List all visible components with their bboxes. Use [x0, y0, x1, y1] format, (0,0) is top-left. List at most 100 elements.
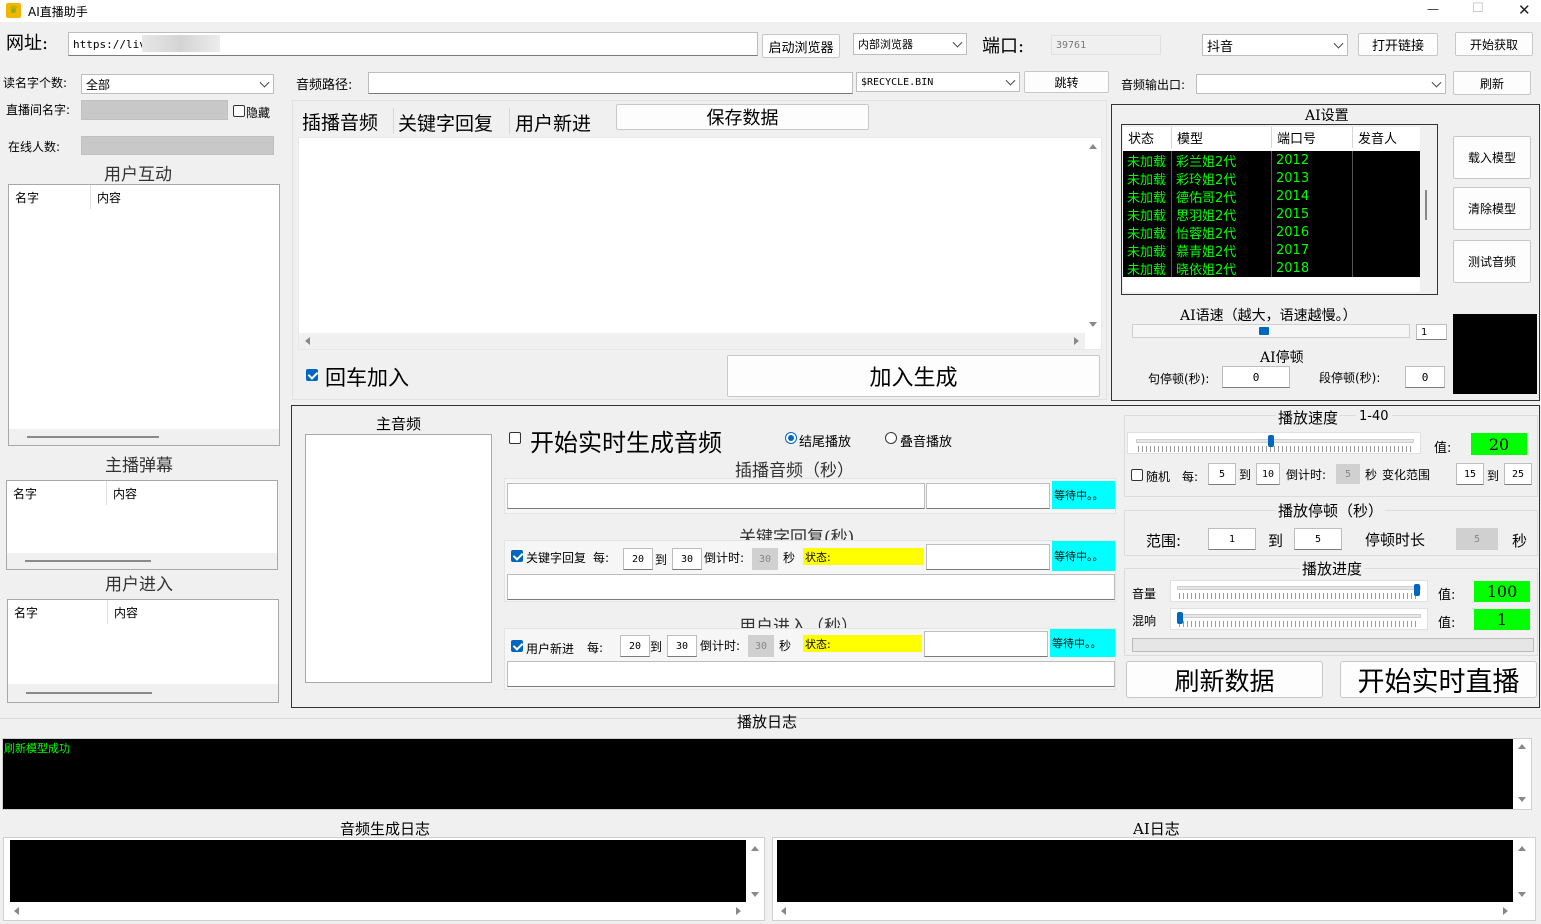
jump-button[interactable]: 跳转	[1024, 71, 1109, 93]
scroll-up-icon[interactable]	[1089, 144, 1097, 149]
play-log-area[interactable]	[3, 739, 1513, 809]
enter-to-input[interactable]: 30	[667, 635, 697, 657]
start-live-button[interactable]: 开始实时直播	[1340, 661, 1537, 698]
audio-dir-select[interactable]: $RECYCLE.BIN	[856, 72, 1020, 92]
mode-end-radio[interactable]	[785, 432, 797, 444]
scroll-down-icon[interactable]	[751, 892, 759, 897]
user-enter-list[interactable]: 名字 内容	[7, 599, 279, 703]
model-row[interactable]: 未加载 晓依姐2代 2018	[1123, 259, 1420, 278]
minimize-icon[interactable]: —	[1427, 2, 1439, 16]
scroll-up-icon[interactable]	[1518, 846, 1526, 851]
load-model-button[interactable]: 载入模型	[1453, 136, 1531, 179]
enter-content-input[interactable]	[507, 661, 1115, 687]
pause-from-input[interactable]: 1	[1208, 528, 1256, 550]
horizontal-scrollbar[interactable]	[299, 333, 1085, 349]
interaction-list[interactable]: 名字 内容	[8, 184, 280, 446]
model-name: 德佑哥2代	[1172, 187, 1272, 206]
clear-model-button[interactable]: 清除模型	[1453, 187, 1531, 230]
tab-text-area[interactable]	[298, 137, 1102, 350]
audio-output-select[interactable]	[1196, 74, 1446, 94]
tab-new-user[interactable]: 用户新进	[515, 109, 591, 136]
model-row[interactable]: 未加载 慕青姐2代 2017	[1123, 241, 1420, 260]
scroll-down-icon[interactable]	[1518, 892, 1526, 897]
enter-add-checkbox[interactable]	[306, 369, 318, 381]
keyword-reply-checkbox[interactable]	[511, 550, 523, 562]
horizontal-scrollbar[interactable]	[7, 553, 277, 569]
keyword-to-input[interactable]: 30	[672, 548, 702, 570]
mode-overlay-radio[interactable]	[885, 432, 897, 444]
horizontal-scrollbar[interactable]	[9, 429, 279, 445]
model-row[interactable]: 未加载 怡蓉姐2代 2016	[1123, 223, 1420, 242]
vertical-scrollbar[interactable]	[1085, 138, 1101, 334]
change-from-input[interactable]: 15	[1456, 463, 1484, 485]
ai-speed-thumb[interactable]	[1259, 327, 1269, 335]
platform-select[interactable]: 抖音	[1202, 34, 1348, 56]
audio-path-input[interactable]	[368, 72, 853, 94]
scroll-down-icon[interactable]	[1518, 797, 1526, 802]
scrollbar-thumb[interactable]	[26, 692, 152, 694]
reverb-slider[interactable]	[1170, 608, 1428, 630]
tab-insert-audio[interactable]: 插播音频	[302, 108, 378, 135]
port-input[interactable]: 39761	[1051, 35, 1161, 55]
add-generate-button[interactable]: 加入生成	[727, 355, 1100, 397]
main-audio-list[interactable]	[305, 434, 492, 683]
keyword-from-input[interactable]: 20	[623, 548, 653, 570]
reverb-thumb[interactable]	[1177, 612, 1183, 624]
browser-select[interactable]: 内部浏览器	[853, 33, 967, 55]
test-audio-button[interactable]: 测试音频	[1453, 240, 1531, 283]
playback-speed-slider[interactable]	[1127, 432, 1421, 454]
scroll-right-icon[interactable]	[736, 907, 741, 915]
model-row[interactable]: 未加载 德佑哥2代 2014	[1123, 187, 1420, 206]
scroll-left-icon[interactable]	[14, 907, 19, 915]
keyword-input[interactable]	[926, 544, 1050, 570]
scroll-up-icon[interactable]	[1518, 744, 1526, 749]
audio-log-area[interactable]	[10, 840, 746, 902]
scroll-down-icon[interactable]	[1089, 322, 1097, 327]
launch-browser-button[interactable]: 启动浏览器	[762, 34, 840, 58]
new-user-checkbox[interactable]	[511, 640, 523, 652]
open-link-button[interactable]: 打开链接	[1358, 33, 1438, 56]
read-name-select[interactable]: 全部	[81, 74, 274, 94]
refresh-data-button[interactable]: 刷新数据	[1126, 661, 1323, 698]
change-to-input[interactable]: 25	[1504, 463, 1532, 485]
start-fetch-button[interactable]: 开始获取	[1455, 32, 1533, 56]
model-row[interactable]: 未加载 彩玲姐2代 2013	[1123, 169, 1420, 188]
pause-to-input[interactable]: 5	[1294, 528, 1342, 550]
model-row[interactable]: 未加载 思羽姐2代 2015	[1123, 205, 1420, 224]
scroll-left-icon[interactable]	[305, 337, 310, 345]
save-data-button[interactable]: 保存数据	[616, 104, 869, 130]
enter-from-input[interactable]: 20	[620, 635, 650, 657]
ai-log-area[interactable]	[777, 840, 1513, 902]
start-realtime-checkbox[interactable]	[509, 432, 521, 444]
insert-audio-input-2[interactable]	[926, 483, 1050, 509]
scroll-up-icon[interactable]	[751, 846, 759, 851]
scroll-right-icon[interactable]	[1074, 337, 1079, 345]
close-icon[interactable]: ✕	[1518, 1, 1531, 19]
maximize-icon[interactable]: ☐	[1472, 1, 1484, 16]
model-row[interactable]: 未加载 彩兰姐2代 2012	[1123, 151, 1420, 170]
volume-slider[interactable]	[1170, 580, 1428, 602]
random-to-input[interactable]: 10	[1256, 463, 1280, 485]
scroll-left-icon[interactable]	[781, 907, 786, 915]
scroll-right-icon[interactable]	[1503, 907, 1508, 915]
ai-speed-slider[interactable]	[1132, 324, 1410, 338]
model-table-scrollbar[interactable]	[1425, 190, 1427, 220]
model-table[interactable]: 状态 模型 端口号 发音人 未加载 彩兰姐2代 2012 未加载 彩玲姐2代 2013 …	[1123, 127, 1420, 292]
volume-thumb[interactable]	[1414, 584, 1420, 596]
hide-checkbox[interactable]	[233, 105, 245, 117]
sentence-pause-input[interactable]: 0	[1222, 366, 1290, 388]
horizontal-scrollbar[interactable]	[8, 684, 278, 702]
refresh-button[interactable]: 刷新	[1453, 71, 1531, 95]
paragraph-pause-input[interactable]: 0	[1405, 366, 1445, 388]
keyword-content-input[interactable]	[507, 574, 1115, 600]
scrollbar-thumb[interactable]	[27, 436, 159, 438]
enter-input[interactable]	[924, 631, 1048, 657]
scrollbar-thumb[interactable]	[25, 560, 151, 562]
random-from-input[interactable]: 5	[1208, 463, 1236, 485]
insert-audio-input[interactable]	[507, 483, 925, 509]
ai-speed-input[interactable]: 1	[1416, 324, 1447, 340]
tab-keyword-reply[interactable]: 关键字回复	[398, 109, 493, 136]
playback-speed-thumb[interactable]	[1268, 435, 1274, 447]
danmaku-list[interactable]: 名字 内容	[6, 480, 278, 570]
random-checkbox[interactable]	[1131, 469, 1143, 481]
